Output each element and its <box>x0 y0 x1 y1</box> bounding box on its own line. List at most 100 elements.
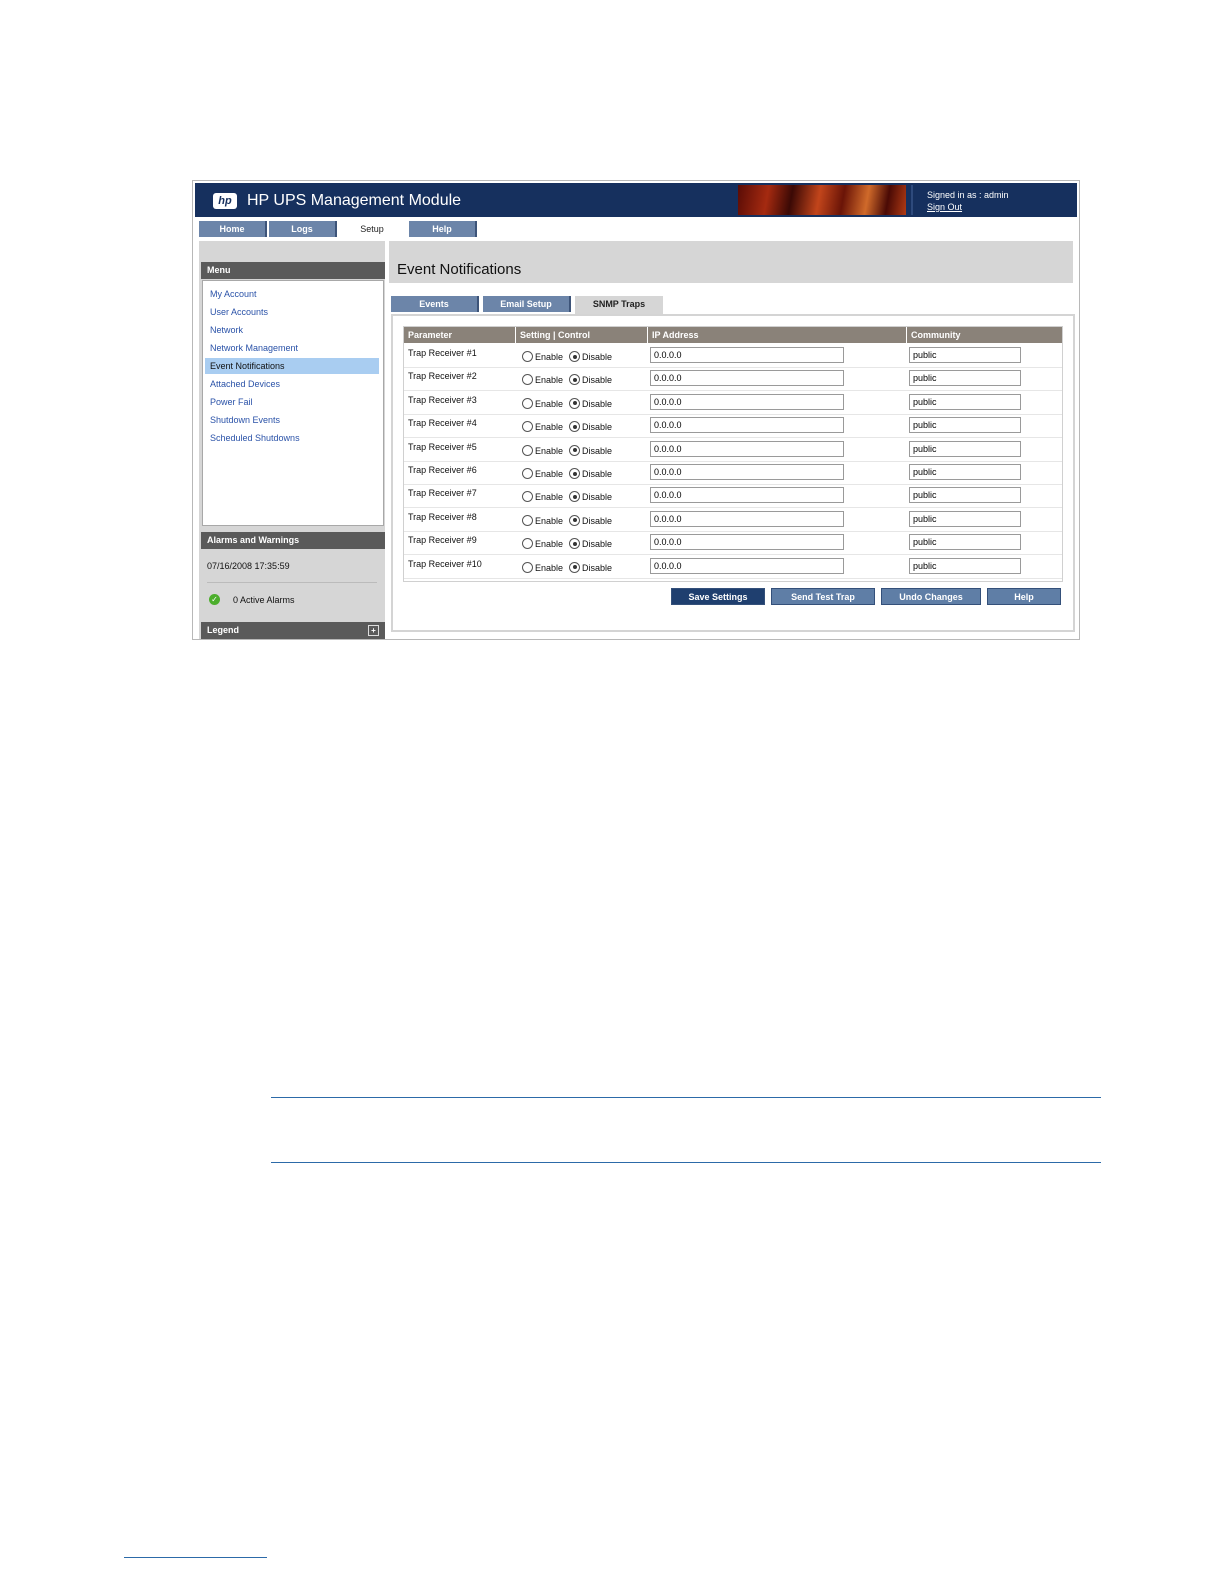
enable-label: Enable <box>535 422 564 433</box>
check-circle-icon: ✓ <box>209 594 220 605</box>
ip-address-input[interactable] <box>650 534 844 551</box>
ip-address-input[interactable] <box>650 557 844 574</box>
trap-receiver-label: Trap Receiver #1 <box>408 348 477 358</box>
disable-label: Disable <box>582 445 613 456</box>
trap-receiver-label: Trap Receiver #9 <box>408 535 477 546</box>
header-divider <box>911 185 913 215</box>
alarms-header: Alarms and Warnings <box>201 532 385 549</box>
enable-label: Enable <box>535 352 564 362</box>
expand-plus-icon[interactable]: + <box>368 625 379 636</box>
enable-label: Enable <box>535 469 564 479</box>
trap-receiver-label: Trap Receiver #5 <box>408 441 477 452</box>
tab-home[interactable]: Home <box>199 221 267 237</box>
ip-address-input[interactable] <box>650 487 844 504</box>
help-button[interactable]: Help <box>987 588 1061 605</box>
ip-address-input[interactable] <box>650 347 844 363</box>
menu-item-my-account[interactable]: My Account <box>205 286 379 302</box>
enable-radio[interactable] <box>522 561 533 573</box>
note-rule-bottom <box>271 1162 1101 1163</box>
table-row: Trap Receiver #1 Enable Disable <box>404 344 1062 368</box>
menu-item-event-notifications[interactable]: Event Notifications <box>205 358 379 374</box>
enable-label: Enable <box>535 562 564 573</box>
community-input[interactable] <box>909 510 1021 527</box>
ip-address-input[interactable] <box>650 440 844 457</box>
save-settings-button[interactable]: Save Settings <box>671 588 765 605</box>
table-row: Trap Receiver #2 Enable Disable <box>404 367 1062 392</box>
disable-label: Disable <box>582 352 613 362</box>
community-input[interactable] <box>909 417 1021 434</box>
community-input[interactable] <box>909 370 1021 387</box>
trap-receiver-label: Trap Receiver #2 <box>408 371 477 382</box>
menu-item-network[interactable]: Network <box>205 322 379 338</box>
disable-radio[interactable] <box>569 444 580 456</box>
menu-item-network-management[interactable]: Network Management <box>205 340 379 356</box>
menu-item-attached-devices[interactable]: Attached Devices <box>205 376 379 392</box>
ip-address-input[interactable] <box>650 510 844 527</box>
enable-radio[interactable] <box>522 468 533 479</box>
footnote-rule <box>124 1557 267 1558</box>
community-input[interactable] <box>909 534 1021 551</box>
enable-radio[interactable] <box>522 444 533 456</box>
enable-label: Enable <box>535 539 564 550</box>
menu-item-user-accounts[interactable]: User Accounts <box>205 304 379 320</box>
disable-label: Disable <box>582 422 613 433</box>
snmp-traps-panel: Parameter Setting | Control IP Address C… <box>391 314 1075 632</box>
ups-screenshot: hp HP UPS Management Module Signed in as… <box>192 180 1080 640</box>
tab-setup[interactable]: Setup <box>339 221 405 237</box>
subtab-snmp-traps[interactable]: SNMP Traps <box>575 296 663 314</box>
community-input[interactable] <box>909 557 1021 574</box>
column-header-community: Community <box>911 330 961 340</box>
ip-address-input[interactable] <box>650 417 844 434</box>
enable-radio[interactable] <box>522 514 533 526</box>
disable-radio[interactable] <box>569 468 580 479</box>
enable-radio[interactable] <box>522 421 533 433</box>
trap-receiver-label: Trap Receiver #3 <box>408 394 477 405</box>
disable-label: Disable <box>582 515 613 526</box>
enable-radio[interactable] <box>522 397 533 409</box>
ip-address-input[interactable] <box>650 393 844 410</box>
tab-help[interactable]: Help <box>409 221 477 237</box>
community-input[interactable] <box>909 393 1021 410</box>
tab-logs[interactable]: Logs <box>269 221 337 237</box>
disable-radio[interactable] <box>569 374 580 386</box>
table-row: Trap Receiver #10 Enable Disable <box>404 555 1062 579</box>
disable-radio[interactable] <box>569 351 580 362</box>
subtab-email-setup[interactable]: Email Setup <box>483 296 571 312</box>
community-input[interactable] <box>909 487 1021 504</box>
sidebar: Menu My Account User Accounts Network Ne… <box>199 241 385 639</box>
ip-address-input[interactable] <box>650 464 844 480</box>
disable-radio[interactable] <box>569 491 580 503</box>
enable-label: Enable <box>535 492 564 503</box>
trap-receiver-label: Trap Receiver #4 <box>408 418 477 429</box>
community-input[interactable] <box>909 464 1021 480</box>
enable-radio[interactable] <box>522 491 533 503</box>
menu-item-power-fail[interactable]: Power Fail <box>205 394 379 410</box>
enable-radio[interactable] <box>522 351 533 362</box>
legend-header[interactable]: Legend + <box>201 622 385 639</box>
enable-label: Enable <box>535 515 564 526</box>
community-input[interactable] <box>909 440 1021 457</box>
disable-label: Disable <box>582 492 613 503</box>
sign-out-link[interactable]: Sign Out <box>927 202 962 212</box>
column-header-ip: IP Address <box>648 327 907 343</box>
table-row: Trap Receiver #8 Enable Disable <box>404 508 1062 532</box>
community-input[interactable] <box>909 347 1021 363</box>
disable-radio[interactable] <box>569 538 580 550</box>
disable-radio[interactable] <box>569 397 580 409</box>
send-test-trap-button[interactable]: Send Test Trap <box>771 588 875 605</box>
menu-item-shutdown-events[interactable]: Shutdown Events <box>205 412 379 428</box>
alarm-timestamp: 07/16/2008 17:35:59 <box>207 561 290 571</box>
disable-radio[interactable] <box>569 421 580 433</box>
table-row: Trap Receiver #3 Enable Disable <box>404 391 1062 415</box>
menu-item-scheduled-shutdowns[interactable]: Scheduled Shutdowns <box>205 430 379 446</box>
enable-radio[interactable] <box>522 374 533 386</box>
ip-address-input[interactable] <box>650 370 844 387</box>
enable-radio[interactable] <box>522 538 533 550</box>
column-header-setting: Setting | Control <box>516 327 648 343</box>
subtab-events[interactable]: Events <box>391 296 479 312</box>
undo-changes-button[interactable]: Undo Changes <box>881 588 981 605</box>
disable-radio[interactable] <box>569 514 580 526</box>
signed-in-label: Signed in as : admin <box>927 190 1009 200</box>
enable-label: Enable <box>535 375 564 386</box>
disable-radio[interactable] <box>569 561 580 573</box>
